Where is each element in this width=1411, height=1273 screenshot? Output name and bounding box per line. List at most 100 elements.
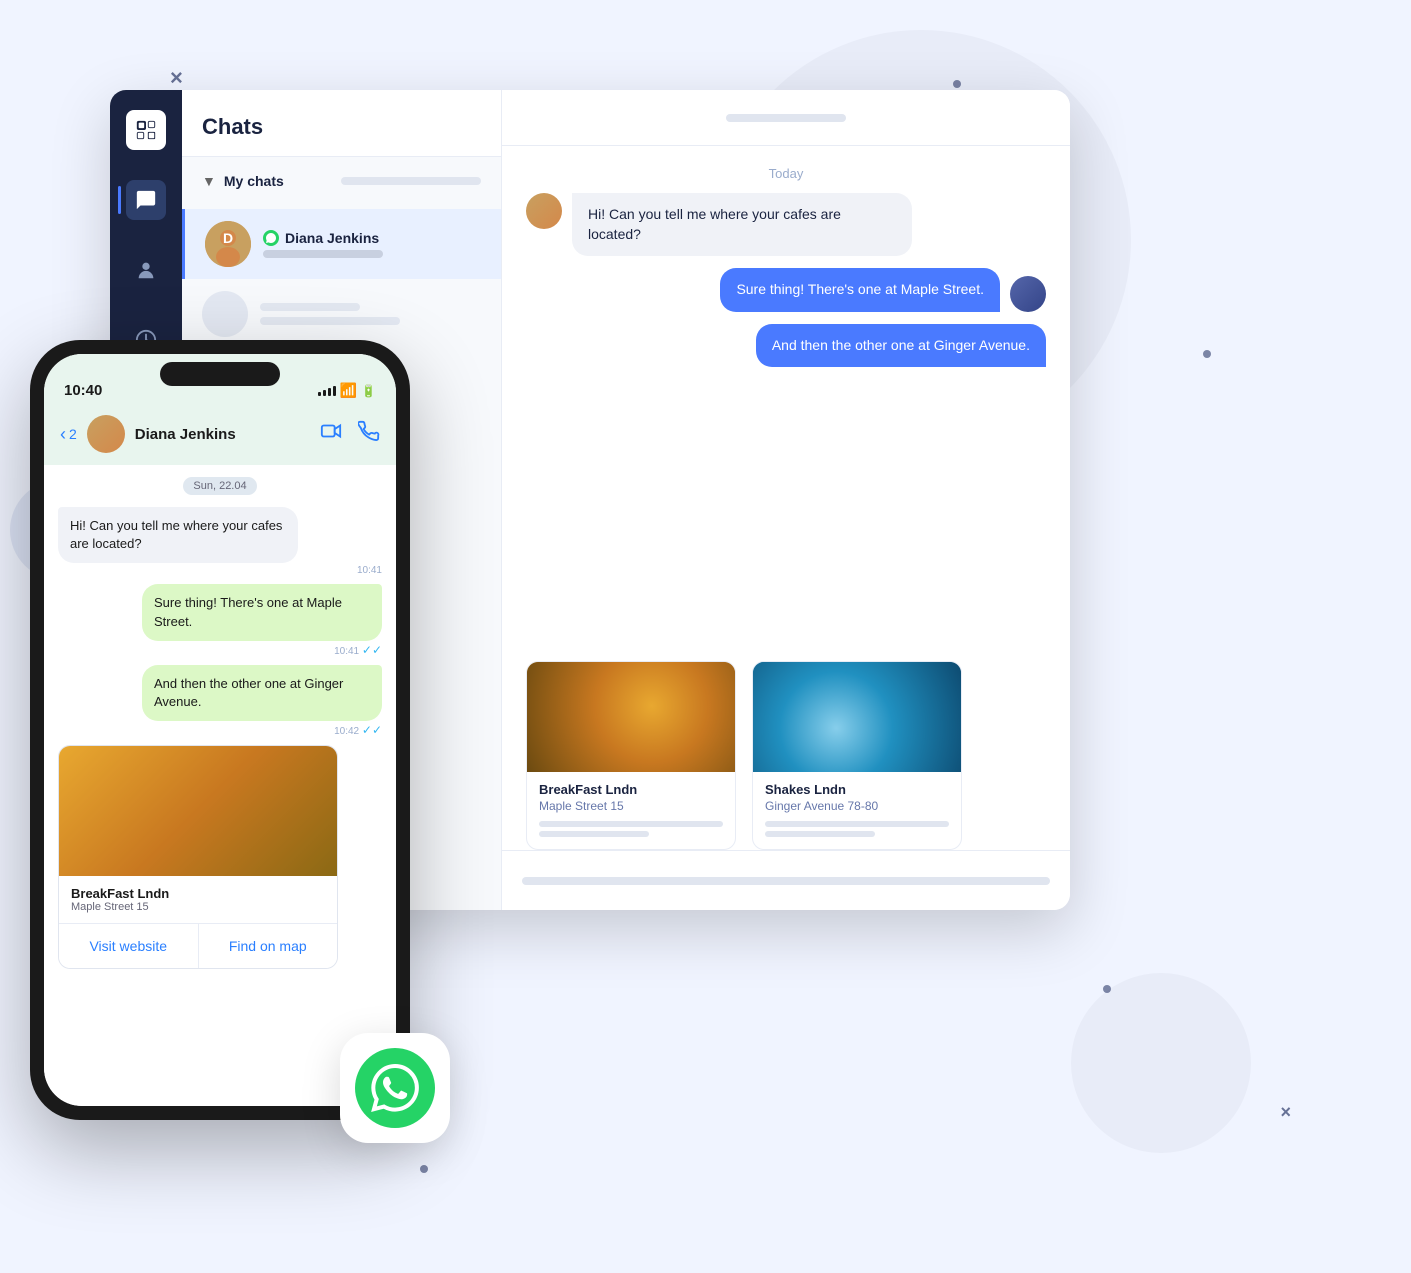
message-incoming-1: Hi! Can you tell me where your cafes are… — [526, 193, 1046, 256]
outgoing-bubble-1: Sure thing! There's one at Maple Street. — [720, 268, 1000, 312]
decoration-cross-1: × — [170, 65, 183, 91]
diana-avatar: D — [205, 221, 251, 267]
phone-message-incoming-1: Hi! Can you tell me where your cafes are… — [58, 507, 382, 576]
my-chats-label: ▼ My chats — [202, 173, 481, 189]
phone-product-body: BreakFast Lndn Maple Street 15 — [59, 876, 337, 923]
visit-website-button[interactable]: Visit website — [59, 924, 199, 968]
decoration-dot-3 — [1103, 985, 1111, 993]
product-name-breakfast: BreakFast Lndn — [539, 782, 723, 797]
phone-incoming-bubble-1: Hi! Can you tell me where your cafes are… — [58, 507, 298, 563]
product-addr-breakfast: Maple Street 15 — [539, 799, 723, 813]
chat-item-2 — [182, 279, 501, 349]
phone-msg-time-3: 10:42 ✓✓ — [142, 723, 382, 737]
chat-item-diana[interactable]: D Diana Jenkins — [182, 209, 501, 279]
phone-incoming-text-1: Hi! Can you tell me where your cafes are… — [70, 518, 282, 551]
battery-icon: 🔋 — [361, 384, 376, 398]
wifi-icon: 📶 — [340, 382, 357, 399]
outgoing-bubble-2: And then the other one at Ginger Avenue. — [756, 324, 1046, 368]
phone-call-icon[interactable] — [358, 420, 380, 448]
chat-info-2 — [260, 303, 481, 325]
name-placeholder-2 — [260, 303, 360, 311]
product-addr-shakes: Ginger Avenue 78-80 — [765, 799, 949, 813]
product-bar-4 — [765, 831, 875, 837]
phone-outgoing-bubble-1: Sure thing! There's one at Maple Street. — [142, 584, 382, 640]
signal-bar-2 — [323, 390, 326, 396]
phone-mockup: 10:40 📶 🔋 ‹ 2 Diana Jenkins — [30, 340, 410, 1120]
chat-main: Today Hi! Can you tell me where your caf… — [502, 90, 1070, 910]
phone-notch — [160, 362, 280, 386]
phone-outgoing-text-2: And then the other one at Ginger Avenue. — [154, 676, 343, 709]
chat-top-placeholder — [726, 114, 846, 122]
signal-bar-1 — [318, 392, 321, 396]
chat-bottom-bar — [502, 850, 1070, 910]
diana-name: Diana Jenkins — [285, 230, 379, 246]
food-nuts-decoration — [527, 662, 735, 772]
chat-preview-bar — [263, 250, 383, 258]
phone-chat-header: ‹ 2 Diana Jenkins — [44, 407, 396, 465]
outgoing-avatar — [1010, 276, 1046, 312]
search-placeholder — [341, 177, 481, 185]
message-outgoing-1: Sure thing! There's one at Maple Street. — [526, 268, 1046, 312]
product-name-shakes: Shakes Lndn — [765, 782, 949, 797]
phone-contact-name: Diana Jenkins — [135, 426, 310, 443]
decoration-dot-5 — [1203, 350, 1211, 358]
phone-product-addr: Maple Street 15 — [71, 901, 325, 913]
diana-avatar-img: D — [205, 221, 251, 267]
chat-top-bar — [502, 90, 1070, 146]
read-check-1: ✓✓ — [362, 643, 382, 657]
product-bar-3 — [765, 821, 949, 827]
incoming-text-1: Hi! Can you tell me where your cafes are… — [588, 206, 841, 242]
phone-back-button[interactable]: ‹ 2 — [60, 424, 77, 445]
phone-date-label: Sun, 22.04 — [183, 477, 256, 495]
phone-time: 10:40 — [64, 382, 102, 399]
phone-screen: 10:40 📶 🔋 ‹ 2 Diana Jenkins — [44, 354, 396, 1106]
decoration-dot-4 — [420, 1165, 428, 1173]
product-cards: BreakFast Lndn Maple Street 15 Shakes Ln… — [502, 653, 1070, 850]
app-logo — [126, 110, 166, 150]
outgoing-text-2: And then the other one at Ginger Avenue. — [772, 337, 1030, 353]
signal-bar-4 — [333, 386, 336, 396]
chats-title: Chats — [202, 114, 263, 139]
svg-text:D: D — [223, 230, 233, 246]
date-label: Today — [502, 146, 1070, 193]
product-card-breakfast-body: BreakFast Lndn Maple Street 15 — [527, 772, 735, 849]
message-outgoing-2: And then the other one at Ginger Avenue. — [526, 324, 1046, 368]
incoming-bubble-1: Hi! Can you tell me where your cafes are… — [572, 193, 912, 256]
incoming-avatar — [526, 193, 562, 229]
signal-bars — [318, 386, 336, 396]
phone-outgoing-text-1: Sure thing! There's one at Maple Street. — [154, 595, 342, 628]
phone-product-buttons: Visit website Find on map — [59, 923, 337, 968]
phone-msg-time-2: 10:41 ✓✓ — [142, 643, 382, 657]
product-card-breakfast-img — [527, 662, 735, 772]
diana-chat-info: Diana Jenkins — [263, 230, 481, 258]
product-card-shakes[interactable]: Shakes Lndn Ginger Avenue 78-80 — [752, 661, 962, 850]
my-chats-section: ▼ My chats — [182, 157, 501, 209]
product-card-shakes-body: Shakes Lndn Ginger Avenue 78-80 — [753, 772, 961, 849]
read-check-2: ✓✓ — [362, 723, 382, 737]
chat-input-placeholder[interactable] — [522, 877, 1050, 885]
phone-product-card: BreakFast Lndn Maple Street 15 Visit web… — [58, 745, 338, 969]
find-on-map-button[interactable]: Find on map — [199, 924, 338, 968]
phone-msg-time-1: 10:41 — [58, 565, 382, 576]
phone-messages: Sun, 22.04 Hi! Can you tell me where you… — [44, 465, 396, 1106]
phone-action-icons — [320, 420, 380, 448]
phone-contact-avatar — [87, 415, 125, 453]
product-card-breakfast[interactable]: BreakFast Lndn Maple Street 15 — [526, 661, 736, 850]
phone-product-img — [59, 746, 337, 876]
phone-back-count: 2 — [69, 426, 77, 442]
phone-message-outgoing-1: Sure thing! There's one at Maple Street.… — [142, 584, 382, 656]
food-coconut-decoration — [753, 662, 961, 772]
nav-chats[interactable] — [126, 180, 166, 220]
phone-product-name: BreakFast Lndn — [71, 886, 325, 901]
decoration-cross-3: × — [1280, 1102, 1291, 1123]
chat-messages: Hi! Can you tell me where your cafes are… — [502, 193, 1070, 653]
avatar-2 — [202, 291, 248, 337]
bg-decoration-circle-small — [1071, 973, 1251, 1153]
outgoing-text-1: Sure thing! There's one at Maple Street. — [736, 281, 984, 297]
product-card-shakes-img — [753, 662, 961, 772]
phone-message-outgoing-2: And then the other one at Ginger Avenue.… — [142, 665, 382, 737]
video-call-icon[interactable] — [320, 420, 342, 448]
nav-contacts[interactable] — [126, 250, 166, 290]
whatsapp-badge — [263, 230, 279, 246]
preview-placeholder-2 — [260, 317, 400, 325]
